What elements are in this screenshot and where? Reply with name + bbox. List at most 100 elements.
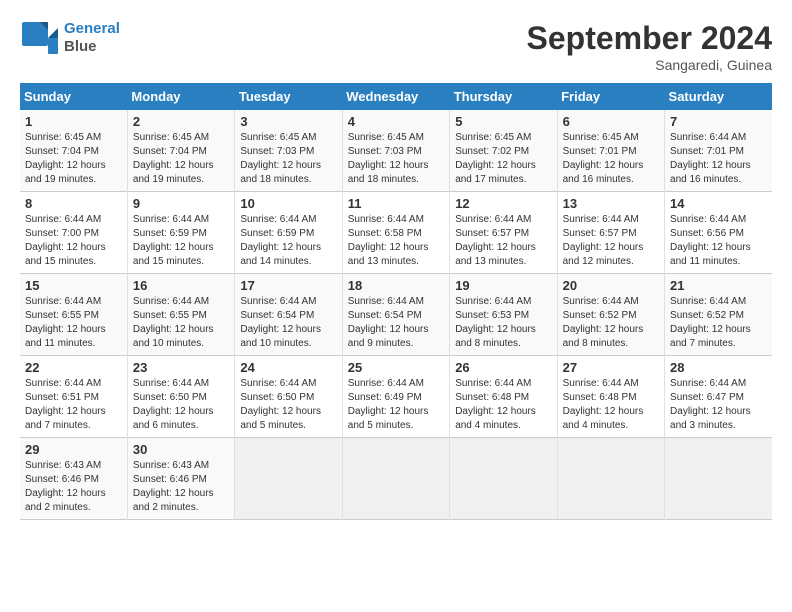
day-number: 24: [240, 360, 336, 375]
day-number: 19: [455, 278, 551, 293]
day-number: 2: [133, 114, 229, 129]
cell-content: Sunrise: 6:44 AM Sunset: 7:00 PM Dayligh…: [25, 213, 122, 269]
cell-content: Sunrise: 6:45 AM Sunset: 7:04 PM Dayligh…: [25, 131, 122, 187]
day-header-tuesday: Tuesday: [235, 83, 342, 110]
cell-content: Sunrise: 6:44 AM Sunset: 6:49 PM Dayligh…: [348, 377, 444, 433]
calendar-cell: 5 Sunrise: 6:45 AM Sunset: 7:02 PM Dayli…: [450, 110, 557, 192]
day-number: 11: [348, 196, 444, 211]
calendar-week-row: 22 Sunrise: 6:44 AM Sunset: 6:51 PM Dayl…: [20, 356, 772, 438]
calendar-cell: 26 Sunrise: 6:44 AM Sunset: 6:48 PM Dayl…: [450, 356, 557, 438]
day-number: 18: [348, 278, 444, 293]
calendar-cell: 25 Sunrise: 6:44 AM Sunset: 6:49 PM Dayl…: [342, 356, 449, 438]
calendar-cell: 14 Sunrise: 6:44 AM Sunset: 6:56 PM Dayl…: [665, 192, 772, 274]
calendar-cell: 1 Sunrise: 6:45 AM Sunset: 7:04 PM Dayli…: [20, 110, 127, 192]
calendar-cell: [450, 438, 557, 520]
day-number: 6: [563, 114, 659, 129]
calendar-cell: 16 Sunrise: 6:44 AM Sunset: 6:55 PM Dayl…: [127, 274, 234, 356]
cell-content: Sunrise: 6:44 AM Sunset: 6:53 PM Dayligh…: [455, 295, 551, 351]
day-number: 8: [25, 196, 122, 211]
calendar-cell: 20 Sunrise: 6:44 AM Sunset: 6:52 PM Dayl…: [557, 274, 664, 356]
day-number: 14: [670, 196, 767, 211]
day-number: 28: [670, 360, 767, 375]
calendar-cell: 4 Sunrise: 6:45 AM Sunset: 7:03 PM Dayli…: [342, 110, 449, 192]
day-number: 7: [670, 114, 767, 129]
calendar-cell: 8 Sunrise: 6:44 AM Sunset: 7:00 PM Dayli…: [20, 192, 127, 274]
day-number: 3: [240, 114, 336, 129]
cell-content: Sunrise: 6:44 AM Sunset: 6:50 PM Dayligh…: [240, 377, 336, 433]
cell-content: Sunrise: 6:44 AM Sunset: 6:59 PM Dayligh…: [240, 213, 336, 269]
calendar-cell: 15 Sunrise: 6:44 AM Sunset: 6:55 PM Dayl…: [20, 274, 127, 356]
calendar-cell: [235, 438, 342, 520]
calendar-cell: 29 Sunrise: 6:43 AM Sunset: 6:46 PM Dayl…: [20, 438, 127, 520]
cell-content: Sunrise: 6:44 AM Sunset: 6:48 PM Dayligh…: [563, 377, 659, 433]
calendar-cell: 30 Sunrise: 6:43 AM Sunset: 6:46 PM Dayl…: [127, 438, 234, 520]
calendar-cell: 23 Sunrise: 6:44 AM Sunset: 6:50 PM Dayl…: [127, 356, 234, 438]
calendar-header-row: SundayMondayTuesdayWednesdayThursdayFrid…: [20, 83, 772, 110]
cell-content: Sunrise: 6:44 AM Sunset: 6:55 PM Dayligh…: [25, 295, 122, 351]
day-header-friday: Friday: [557, 83, 664, 110]
day-number: 23: [133, 360, 229, 375]
calendar-cell: 18 Sunrise: 6:44 AM Sunset: 6:54 PM Dayl…: [342, 274, 449, 356]
calendar-cell: 24 Sunrise: 6:44 AM Sunset: 6:50 PM Dayl…: [235, 356, 342, 438]
cell-content: Sunrise: 6:43 AM Sunset: 6:46 PM Dayligh…: [25, 459, 122, 515]
cell-content: Sunrise: 6:44 AM Sunset: 6:55 PM Dayligh…: [133, 295, 229, 351]
cell-content: Sunrise: 6:44 AM Sunset: 6:52 PM Dayligh…: [670, 295, 767, 351]
calendar-table: SundayMondayTuesdayWednesdayThursdayFrid…: [20, 83, 772, 520]
cell-content: Sunrise: 6:44 AM Sunset: 6:57 PM Dayligh…: [563, 213, 659, 269]
cell-content: Sunrise: 6:45 AM Sunset: 7:01 PM Dayligh…: [563, 131, 659, 187]
day-header-saturday: Saturday: [665, 83, 772, 110]
cell-content: Sunrise: 6:44 AM Sunset: 6:58 PM Dayligh…: [348, 213, 444, 269]
logo-graphic: [20, 20, 60, 56]
calendar-cell: 11 Sunrise: 6:44 AM Sunset: 6:58 PM Dayl…: [342, 192, 449, 274]
calendar-cell: 28 Sunrise: 6:44 AM Sunset: 6:47 PM Dayl…: [665, 356, 772, 438]
calendar-cell: 17 Sunrise: 6:44 AM Sunset: 6:54 PM Dayl…: [235, 274, 342, 356]
cell-content: Sunrise: 6:44 AM Sunset: 6:47 PM Dayligh…: [670, 377, 767, 433]
cell-content: Sunrise: 6:44 AM Sunset: 6:54 PM Dayligh…: [240, 295, 336, 351]
cell-content: Sunrise: 6:44 AM Sunset: 6:51 PM Dayligh…: [25, 377, 122, 433]
title-block: September 2024 Sangaredi, Guinea: [527, 20, 772, 73]
logo: GeneralBlue: [20, 20, 120, 56]
day-number: 27: [563, 360, 659, 375]
cell-content: Sunrise: 6:43 AM Sunset: 6:46 PM Dayligh…: [133, 459, 229, 515]
day-header-thursday: Thursday: [450, 83, 557, 110]
day-number: 21: [670, 278, 767, 293]
calendar-cell: 9 Sunrise: 6:44 AM Sunset: 6:59 PM Dayli…: [127, 192, 234, 274]
day-number: 13: [563, 196, 659, 211]
calendar-cell: 21 Sunrise: 6:44 AM Sunset: 6:52 PM Dayl…: [665, 274, 772, 356]
calendar-cell: 3 Sunrise: 6:45 AM Sunset: 7:03 PM Dayli…: [235, 110, 342, 192]
calendar-cell: 22 Sunrise: 6:44 AM Sunset: 6:51 PM Dayl…: [20, 356, 127, 438]
cell-content: Sunrise: 6:44 AM Sunset: 6:59 PM Dayligh…: [133, 213, 229, 269]
day-number: 22: [25, 360, 122, 375]
day-number: 16: [133, 278, 229, 293]
day-number: 10: [240, 196, 336, 211]
location-subtitle: Sangaredi, Guinea: [527, 57, 772, 73]
day-number: 25: [348, 360, 444, 375]
calendar-cell: 19 Sunrise: 6:44 AM Sunset: 6:53 PM Dayl…: [450, 274, 557, 356]
day-number: 15: [25, 278, 122, 293]
logo-text-block: GeneralBlue: [64, 20, 120, 56]
day-number: 4: [348, 114, 444, 129]
day-number: 9: [133, 196, 229, 211]
calendar-cell: 27 Sunrise: 6:44 AM Sunset: 6:48 PM Dayl…: [557, 356, 664, 438]
calendar-cell: 13 Sunrise: 6:44 AM Sunset: 6:57 PM Dayl…: [557, 192, 664, 274]
calendar-week-row: 8 Sunrise: 6:44 AM Sunset: 7:00 PM Dayli…: [20, 192, 772, 274]
cell-content: Sunrise: 6:44 AM Sunset: 7:01 PM Dayligh…: [670, 131, 767, 187]
cell-content: Sunrise: 6:44 AM Sunset: 6:56 PM Dayligh…: [670, 213, 767, 269]
calendar-cell: 10 Sunrise: 6:44 AM Sunset: 6:59 PM Dayl…: [235, 192, 342, 274]
calendar-cell: 7 Sunrise: 6:44 AM Sunset: 7:01 PM Dayli…: [665, 110, 772, 192]
day-number: 26: [455, 360, 551, 375]
day-number: 5: [455, 114, 551, 129]
day-number: 20: [563, 278, 659, 293]
calendar-week-row: 15 Sunrise: 6:44 AM Sunset: 6:55 PM Dayl…: [20, 274, 772, 356]
day-number: 29: [25, 442, 122, 457]
page-header: GeneralBlue September 2024 Sangaredi, Gu…: [20, 20, 772, 73]
calendar-cell: [557, 438, 664, 520]
day-number: 1: [25, 114, 122, 129]
cell-content: Sunrise: 6:44 AM Sunset: 6:54 PM Dayligh…: [348, 295, 444, 351]
cell-content: Sunrise: 6:45 AM Sunset: 7:02 PM Dayligh…: [455, 131, 551, 187]
calendar-cell: 12 Sunrise: 6:44 AM Sunset: 6:57 PM Dayl…: [450, 192, 557, 274]
month-title: September 2024: [527, 20, 772, 57]
calendar-cell: 6 Sunrise: 6:45 AM Sunset: 7:01 PM Dayli…: [557, 110, 664, 192]
calendar-cell: [665, 438, 772, 520]
cell-content: Sunrise: 6:45 AM Sunset: 7:04 PM Dayligh…: [133, 131, 229, 187]
